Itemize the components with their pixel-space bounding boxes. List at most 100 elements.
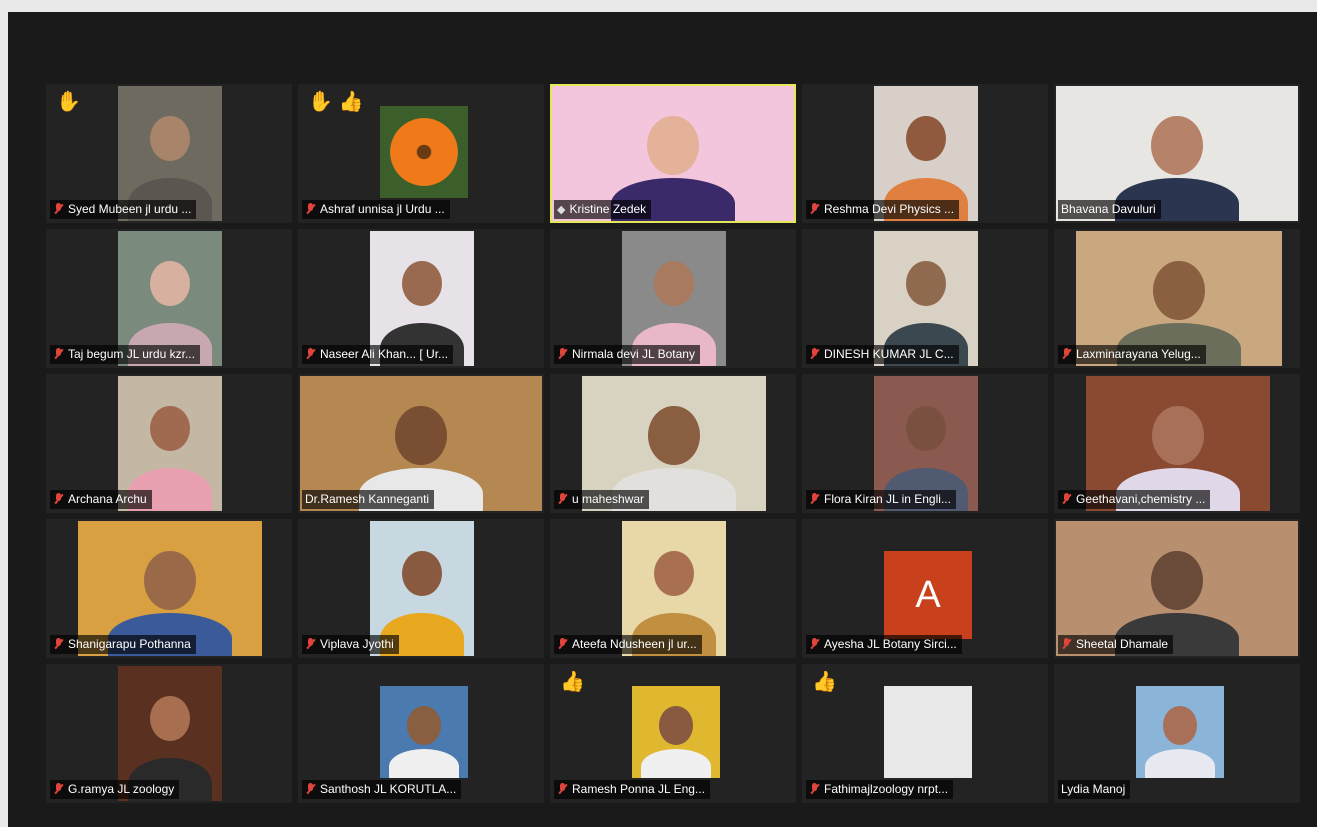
person-head xyxy=(150,115,190,162)
participant-name: Syed Mubeen jl urdu ... xyxy=(68,202,192,216)
reactions: 👍 xyxy=(812,672,837,692)
muted-mic-icon xyxy=(53,203,64,215)
participant-video xyxy=(380,686,468,778)
participant-tile[interactable]: Ateefa Ndusheen jl ur... xyxy=(550,519,796,658)
participant-tile[interactable]: ✋ 👍 Ashraf unnisa jl Urdu ... xyxy=(298,84,544,223)
participant-tile[interactable]: Laxminarayana Yelug... xyxy=(1054,229,1300,368)
muted-mic-icon xyxy=(557,348,568,360)
participant-tile[interactable]: ✋ Syed Mubeen jl urdu ... xyxy=(46,84,292,223)
participant-name-bar: Lydia Manoj xyxy=(1058,780,1131,799)
participant-name: u maheshwar xyxy=(572,492,645,506)
person-head xyxy=(659,706,693,745)
muted-mic-icon xyxy=(53,783,64,795)
person-head xyxy=(1151,115,1203,175)
participant-name: Ashraf unnisa jl Urdu ... xyxy=(320,202,445,216)
raised-hand-icon: ✋ xyxy=(308,91,333,113)
person-body xyxy=(388,748,460,778)
person-head xyxy=(648,405,700,465)
person-head xyxy=(1163,706,1197,745)
participant-tile[interactable]: Shanigarapu Pothanna xyxy=(46,519,292,658)
muted-mic-icon xyxy=(557,493,568,505)
person-body xyxy=(1144,748,1216,778)
participant-name: Taj begum JL urdu kzr... xyxy=(68,347,195,361)
participant-name-bar: DINESH KUMAR JL C... xyxy=(806,345,959,364)
participant-video xyxy=(632,686,720,778)
participant-name-bar: Naseer Ali Khan... [ Ur... xyxy=(302,345,454,364)
participant-tile[interactable]: Reshma Devi Physics ... xyxy=(802,84,1048,223)
avatar: A xyxy=(884,551,972,639)
participant-name-bar: G.ramya JL zoology xyxy=(50,780,180,799)
reactions: ✋ xyxy=(56,92,81,112)
participant-name: Ateefa Ndusheen jl ur... xyxy=(572,637,697,651)
thumbs-up-icon: 👍 xyxy=(338,91,364,113)
muted-mic-icon xyxy=(53,493,64,505)
participant-name-bar: Santhosh JL KORUTLA... xyxy=(302,780,462,799)
participant-tile[interactable]: Sheetal Dhamale xyxy=(1054,519,1300,658)
participant-tile[interactable]: DINESH KUMAR JL C... xyxy=(802,229,1048,368)
participant-name-bar: Geethavani,chemistry ... xyxy=(1058,490,1211,509)
person-head xyxy=(1151,550,1203,610)
reactions: 👍 xyxy=(560,672,585,692)
participant-tile[interactable]: Dr.Ramesh Kanneganti xyxy=(298,374,544,513)
person-head xyxy=(906,260,946,307)
muted-mic-icon xyxy=(305,783,316,795)
participant-tile[interactable]: Santhosh JL KORUTLA... xyxy=(298,664,544,803)
participant-tile[interactable]: 👍 Ramesh Ponna JL Eng... xyxy=(550,664,796,803)
participant-name-bar: Fathimajlzoology nrpt... xyxy=(806,780,954,799)
participant-tile[interactable]: Lydia Manoj xyxy=(1054,664,1300,803)
participant-name-bar: u maheshwar xyxy=(554,490,650,509)
participant-video xyxy=(380,106,468,198)
person-head xyxy=(906,405,946,452)
muted-mic-icon xyxy=(809,783,820,795)
person-head xyxy=(395,405,447,465)
participant-tile[interactable]: Taj begum JL urdu kzr... xyxy=(46,229,292,368)
participant-name: Kristine Zedek xyxy=(569,202,647,216)
person-head xyxy=(150,260,190,307)
muted-mic-icon xyxy=(53,638,64,650)
participant-name: Ayesha JL Botany Sirci... xyxy=(824,637,957,651)
participant-video xyxy=(884,686,972,778)
participant-tile[interactable]: Geethavani,chemistry ... xyxy=(1054,374,1300,513)
participant-name-bar: Ramesh Ponna JL Eng... xyxy=(554,780,710,799)
participant-tile[interactable]: 👍 Fathimajlzoology nrpt... xyxy=(802,664,1048,803)
participant-video xyxy=(1136,686,1224,778)
participant-name: Reshma Devi Physics ... xyxy=(824,202,955,216)
flower-image xyxy=(390,118,458,186)
participant-name-bar: Shanigarapu Pothanna xyxy=(50,635,196,654)
raised-hand-icon: ✋ xyxy=(56,91,81,113)
participant-name: Bhavana Davuluri xyxy=(1061,202,1156,216)
muted-mic-icon xyxy=(809,638,820,650)
participant-name: Lydia Manoj xyxy=(1061,782,1126,796)
person-head xyxy=(150,405,190,452)
participant-name: Viplava Jyothi xyxy=(320,637,394,651)
person-body xyxy=(640,748,712,778)
participant-tile[interactable]: Archana Archu xyxy=(46,374,292,513)
participant-name-bar: Bhavana Davuluri xyxy=(1058,200,1161,219)
participant-tile[interactable]: Bhavana Davuluri xyxy=(1054,84,1300,223)
reactions: ✋ 👍 xyxy=(308,92,364,112)
participant-tile[interactable]: Naseer Ali Khan... [ Ur... xyxy=(298,229,544,368)
participant-tile[interactable]: A Ayesha JL Botany Sirci... xyxy=(802,519,1048,658)
person-head xyxy=(911,706,945,745)
person-head xyxy=(906,115,946,162)
thumbs-up-icon: 👍 xyxy=(812,671,837,693)
participant-tile[interactable]: u maheshwar xyxy=(550,374,796,513)
participant-name: Geethavani,chemistry ... xyxy=(1076,492,1206,506)
participant-name: Naseer Ali Khan... [ Ur... xyxy=(320,347,449,361)
participant-name-bar: Nirmala devi JL Botany xyxy=(554,345,700,364)
participant-name-bar: Laxminarayana Yelug... xyxy=(1058,345,1206,364)
participant-tile[interactable]: G.ramya JL zoology xyxy=(46,664,292,803)
participant-tile[interactable]: Flora Kiran JL in Engli... xyxy=(802,374,1048,513)
participant-name: Santhosh JL KORUTLA... xyxy=(320,782,457,796)
person-head xyxy=(150,695,190,742)
participant-name: G.ramya JL zoology xyxy=(68,782,175,796)
person-head xyxy=(647,115,699,175)
muted-mic-icon xyxy=(305,203,316,215)
participant-tile[interactable]: Viplava Jyothi xyxy=(298,519,544,658)
muted-mic-icon xyxy=(557,783,568,795)
participant-tile[interactable]: ◆ Kristine Zedek xyxy=(550,84,796,223)
participant-name-bar: Reshma Devi Physics ... xyxy=(806,200,960,219)
person-head xyxy=(654,260,694,307)
muted-mic-icon xyxy=(557,638,568,650)
participant-tile[interactable]: Nirmala devi JL Botany xyxy=(550,229,796,368)
